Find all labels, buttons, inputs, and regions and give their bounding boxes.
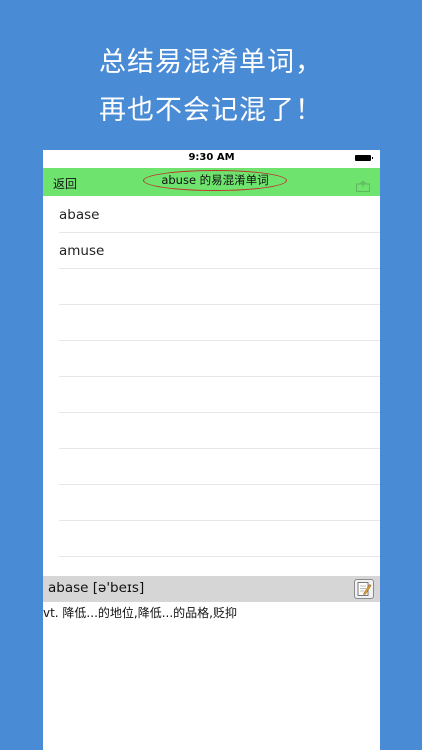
list-item[interactable] — [59, 413, 380, 449]
list-item[interactable] — [59, 269, 380, 305]
detail-headword: abase [ə'beɪs] — [48, 580, 145, 596]
status-time: 9:30 AM — [188, 152, 235, 163]
word-definition: vt. 降低...的地位,降低...的品格,贬抑 — [43, 606, 237, 620]
page-title: abuse 的易混淆单词 — [143, 170, 287, 191]
edit-note-button[interactable] — [354, 579, 374, 599]
status-bar: 9:30 AM — [43, 150, 380, 168]
confusable-word-list: abase amuse — [43, 197, 380, 557]
edit-note-icon — [357, 582, 372, 596]
phone-screen: 9:30 AM 返回 abuse 的易混淆单词 abase amuse abas… — [43, 150, 380, 750]
word-detail-header: abase [ə'beɪs] — [43, 576, 380, 602]
promo-headline-line-1: 总结易混淆单词， — [99, 47, 323, 78]
list-item[interactable]: abase — [59, 197, 380, 233]
list-item[interactable] — [59, 449, 380, 485]
list-item[interactable] — [59, 521, 380, 557]
promo-headline-line-2: 再也不会记混了！ — [99, 95, 323, 126]
list-item[interactable]: amuse — [59, 233, 380, 269]
back-button[interactable]: 返回 — [53, 175, 77, 192]
share-icon-graphic — [356, 180, 370, 192]
list-item[interactable] — [59, 305, 380, 341]
battery-icon — [355, 155, 373, 161]
navigation-bar: 返回 abuse 的易混淆单词 — [43, 168, 380, 196]
list-item[interactable] — [59, 377, 380, 413]
share-icon[interactable] — [356, 177, 370, 192]
list-item[interactable] — [59, 485, 380, 521]
list-item[interactable] — [59, 341, 380, 377]
